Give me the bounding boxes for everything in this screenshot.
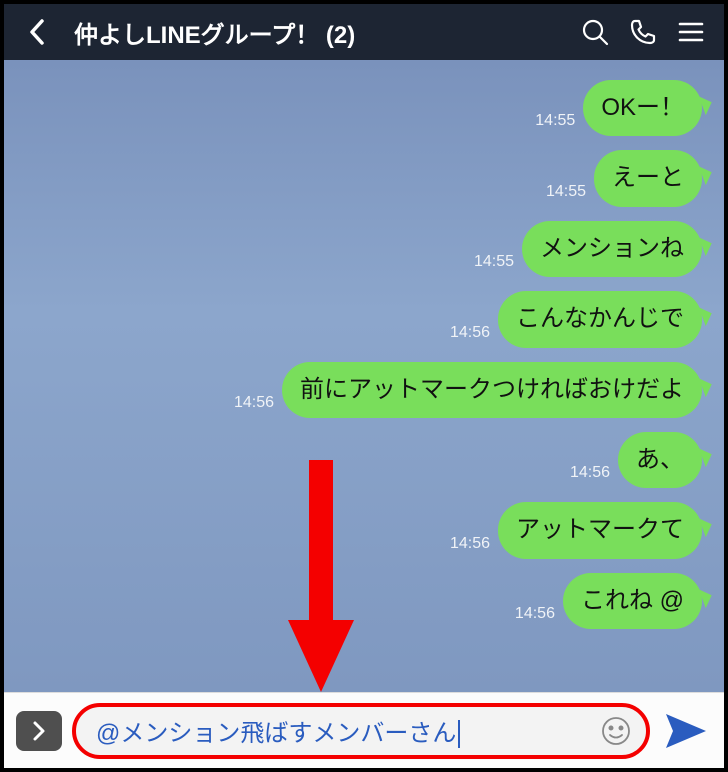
message-row: 14:56 アットマークて	[14, 502, 702, 558]
message-bubble[interactable]: こんなかんじで	[498, 291, 702, 347]
message-bubble[interactable]: アットマークて	[498, 502, 702, 558]
message-bubble[interactable]: メンションね	[522, 221, 702, 277]
message-bubble[interactable]: あ、	[618, 432, 702, 488]
message-bubble[interactable]: OKー！	[583, 80, 702, 136]
message-time: 14:56	[450, 324, 490, 342]
emoji-button[interactable]	[600, 715, 632, 747]
text-cursor	[458, 720, 460, 748]
message-input[interactable]: @メンション飛ばすメンバーさん	[96, 713, 592, 749]
input-highlight: @メンション飛ばすメンバーさん	[72, 703, 650, 759]
message-time: 14:56	[570, 464, 610, 482]
message-row: 14:56 こんなかんじで	[14, 291, 702, 347]
message-bubble[interactable]: えーと	[594, 150, 702, 206]
message-time: 14:55	[546, 183, 586, 201]
chevron-right-icon	[32, 720, 46, 742]
chat-area[interactable]: 14:55 OKー！ 14:55 えーと 14:55 メンションね 14:56 …	[4, 60, 724, 692]
hamburger-icon	[677, 20, 705, 44]
send-icon	[664, 712, 708, 750]
message-time: 14:56	[450, 535, 490, 553]
composer: @メンション飛ばすメンバーさん	[4, 692, 724, 768]
message-row: 14:55 えーと	[14, 150, 702, 206]
send-button[interactable]	[660, 712, 712, 750]
back-button[interactable]	[20, 15, 54, 49]
message-row: 14:55 OKー！	[14, 80, 702, 136]
more-button[interactable]	[16, 711, 62, 751]
message-row: 14:56 あ、	[14, 432, 702, 488]
menu-button[interactable]	[674, 15, 708, 49]
chat-title: 仲よしLINEグループ！ (2)	[74, 15, 564, 50]
message-row: 14:55 メンションね	[14, 221, 702, 277]
message-time: 14:56	[234, 394, 274, 412]
message-bubble[interactable]: これね @	[563, 573, 702, 629]
message-time: 14:55	[474, 253, 514, 271]
message-bubble[interactable]: 前にアットマークつければおけだよ	[282, 362, 702, 418]
phone-icon	[629, 18, 657, 46]
chat-header: 仲よしLINEグループ！ (2)	[4, 4, 724, 60]
call-button[interactable]	[626, 15, 660, 49]
message-row: 14:56 これね @	[14, 573, 702, 629]
message-time: 14:55	[535, 112, 575, 130]
message-row: 14:56 前にアットマークつければおけだよ	[14, 362, 702, 418]
chevron-left-icon	[28, 18, 46, 46]
app-root: 仲よしLINEグループ！ (2) 14:55 OKー！ 14:55 えーと 14…	[4, 4, 724, 768]
search-icon	[581, 18, 609, 46]
message-time: 14:56	[515, 605, 555, 623]
input-value: @メンション飛ばすメンバーさん	[96, 720, 456, 747]
search-button[interactable]	[578, 15, 612, 49]
smile-icon	[600, 715, 632, 747]
